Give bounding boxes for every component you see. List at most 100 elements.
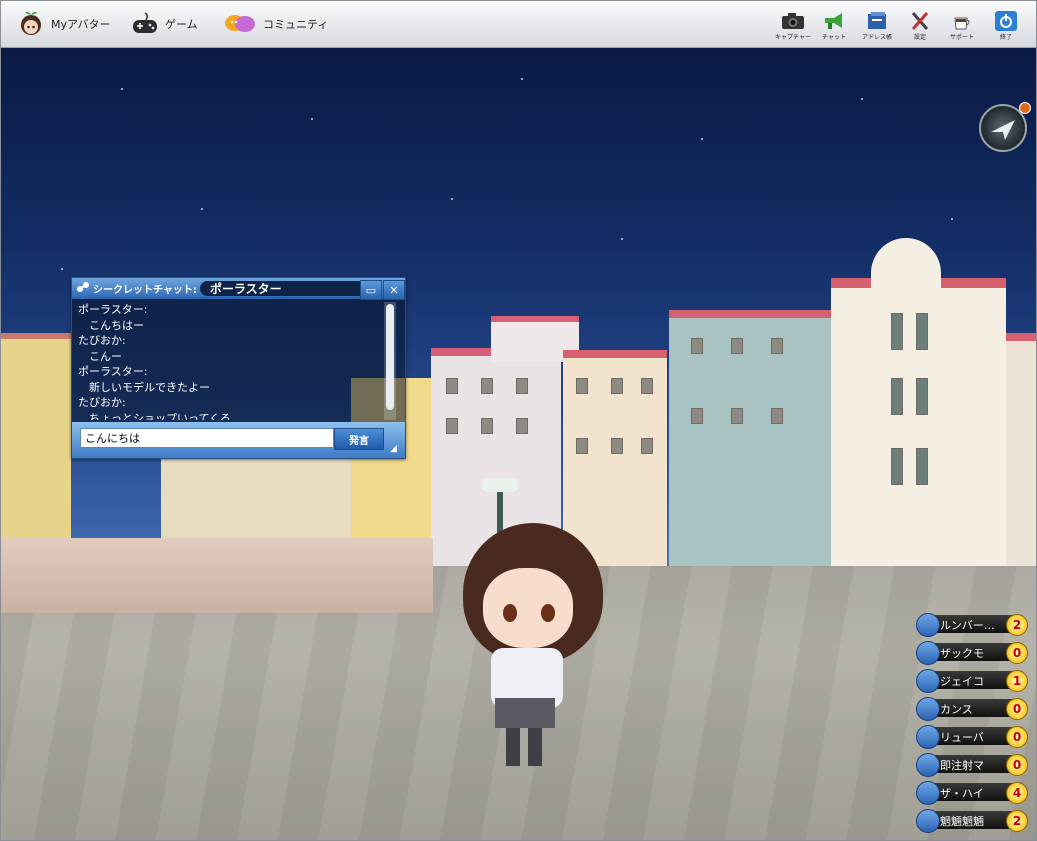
star: [521, 78, 523, 80]
coffee-cup-icon: [949, 9, 975, 33]
friend-link-icon: [916, 669, 940, 693]
chat-scrollbar[interactable]: [384, 302, 396, 420]
star: [951, 218, 953, 220]
chat-button[interactable]: チャット: [814, 9, 854, 45]
minimize-icon: ▭: [365, 283, 377, 297]
window: [481, 418, 493, 434]
support-label: サポート: [949, 34, 974, 41]
window: [916, 313, 928, 350]
chat-line: こんー: [78, 349, 122, 363]
chat-line: こんちはー: [78, 318, 144, 332]
settings-button[interactable]: 設定: [900, 9, 940, 45]
chat-title: シークレットチャット:: [93, 285, 197, 296]
friend-item[interactable]: リューバ 0: [916, 725, 1028, 749]
nav-game[interactable]: ゲーム: [131, 9, 198, 39]
star: [701, 138, 703, 140]
window: [641, 438, 653, 454]
avatar-leg-left: [506, 728, 520, 766]
chat-line: たびおか:: [78, 396, 126, 409]
resize-grip-icon[interactable]: ◢: [390, 444, 397, 454]
friend-item[interactable]: ジェイコ 1: [916, 669, 1028, 693]
friend-name: カンス: [940, 703, 973, 716]
window: [516, 418, 528, 434]
friend-item[interactable]: 魍魎魍魎 2: [916, 809, 1028, 833]
friend-link-icon: [916, 781, 940, 805]
chat-line: ポーラスター:: [78, 365, 148, 378]
friend-item[interactable]: ザックモ 0: [916, 641, 1028, 665]
secret-chat-window: シークレットチャット: ポーラスター ▭ ✕ ポーラスター: こんちはー たびお…: [71, 277, 406, 459]
avatar-skirt: [495, 698, 555, 728]
window: [576, 378, 588, 394]
tools-icon: [907, 9, 933, 33]
star: [121, 88, 123, 90]
support-button[interactable]: サポート: [942, 9, 982, 45]
star: [201, 208, 203, 210]
friend-item[interactable]: ルンバー… 2: [916, 613, 1028, 637]
chat-line: たびおか:: [78, 334, 126, 347]
friend-link-icon: [916, 753, 940, 777]
window: [891, 313, 903, 350]
friend-link-icon: [916, 613, 940, 637]
chat-titlebar[interactable]: シークレットチャット: ポーラスター: [72, 278, 405, 299]
chat-log: ポーラスター: こんちはー たびおか: こんー ポーラスター: 新しいモデルでき…: [78, 302, 378, 420]
nav-my-avatar[interactable]: Myアバター: [17, 9, 111, 39]
friend-name: ジェイコ: [940, 675, 984, 688]
friend-name: ルンバー…: [940, 619, 995, 632]
window: [916, 448, 928, 485]
top-toolbar: Myアバター ゲーム コミュニティ キャプチャー チャット アドレス帳 設定 サ…: [1, 1, 1036, 48]
friend-name: リューバ: [940, 731, 984, 744]
friend-item[interactable]: 即注射マ 0: [916, 753, 1028, 777]
star: [61, 268, 63, 270]
chat-label: チャット: [822, 34, 846, 41]
friend-item[interactable]: カンス 0: [916, 697, 1028, 721]
friend-count-badge: 2: [1006, 810, 1028, 832]
address-book-button[interactable]: アドレス帳: [857, 9, 897, 45]
friend-link-icon: [916, 809, 940, 833]
star: [311, 118, 313, 120]
avatar-leg-right: [528, 728, 542, 766]
avatar-eye-right: [541, 604, 555, 622]
megaphone-icon: [821, 9, 847, 33]
camera-icon: [780, 9, 806, 33]
friend-name: 即注射マ: [940, 759, 984, 772]
window: [691, 338, 703, 354]
building-left: [1, 333, 71, 539]
friend-count-badge: 0: [1006, 642, 1028, 664]
friend-count-badge: 4: [1006, 782, 1028, 804]
settings-label: 設定: [913, 34, 926, 41]
window: [731, 338, 743, 354]
close-icon: ✕: [389, 283, 399, 297]
avatar-eye-left: [503, 604, 517, 622]
address-book-icon: [864, 9, 890, 33]
navigation-arrow-icon: [991, 120, 1015, 140]
exit-label: 終了: [999, 34, 1012, 41]
capture-label: キャプチャー: [775, 34, 811, 41]
friend-item[interactable]: ザ・ハイ 4: [916, 781, 1028, 805]
nav-community[interactable]: コミュニティ: [223, 9, 328, 39]
window: [446, 418, 458, 434]
friend-link-icon: [916, 641, 940, 665]
friend-count-badge: 0: [1006, 726, 1028, 748]
app-window: Myアバター ゲーム コミュニティ キャプチャー チャット アドレス帳 設定 サ…: [0, 0, 1037, 841]
speech-bubbles-icon: [223, 10, 257, 38]
stone-wall: [1, 538, 433, 613]
window: [891, 378, 903, 415]
chat-message-input[interactable]: [80, 428, 334, 448]
nav-my-avatar-label: Myアバター: [51, 18, 111, 31]
chat-minimize-button[interactable]: ▭: [360, 280, 382, 300]
window: [611, 438, 623, 454]
lamp-lights: [481, 478, 519, 492]
capture-button[interactable]: キャプチャー: [773, 9, 813, 45]
avatar-face: [483, 568, 573, 648]
chat-scroll-thumb[interactable]: [386, 304, 394, 410]
chat-line: ちょっとショップいってくる: [78, 411, 231, 421]
chat-close-button[interactable]: ✕: [383, 280, 405, 300]
chat-link-icon: [76, 281, 90, 296]
window: [731, 408, 743, 424]
window: [446, 378, 458, 394]
building-right: [1006, 333, 1036, 571]
exit-button[interactable]: 終了: [986, 9, 1026, 45]
send-button[interactable]: 発言: [334, 428, 384, 450]
window: [691, 408, 703, 424]
window: [481, 378, 493, 394]
